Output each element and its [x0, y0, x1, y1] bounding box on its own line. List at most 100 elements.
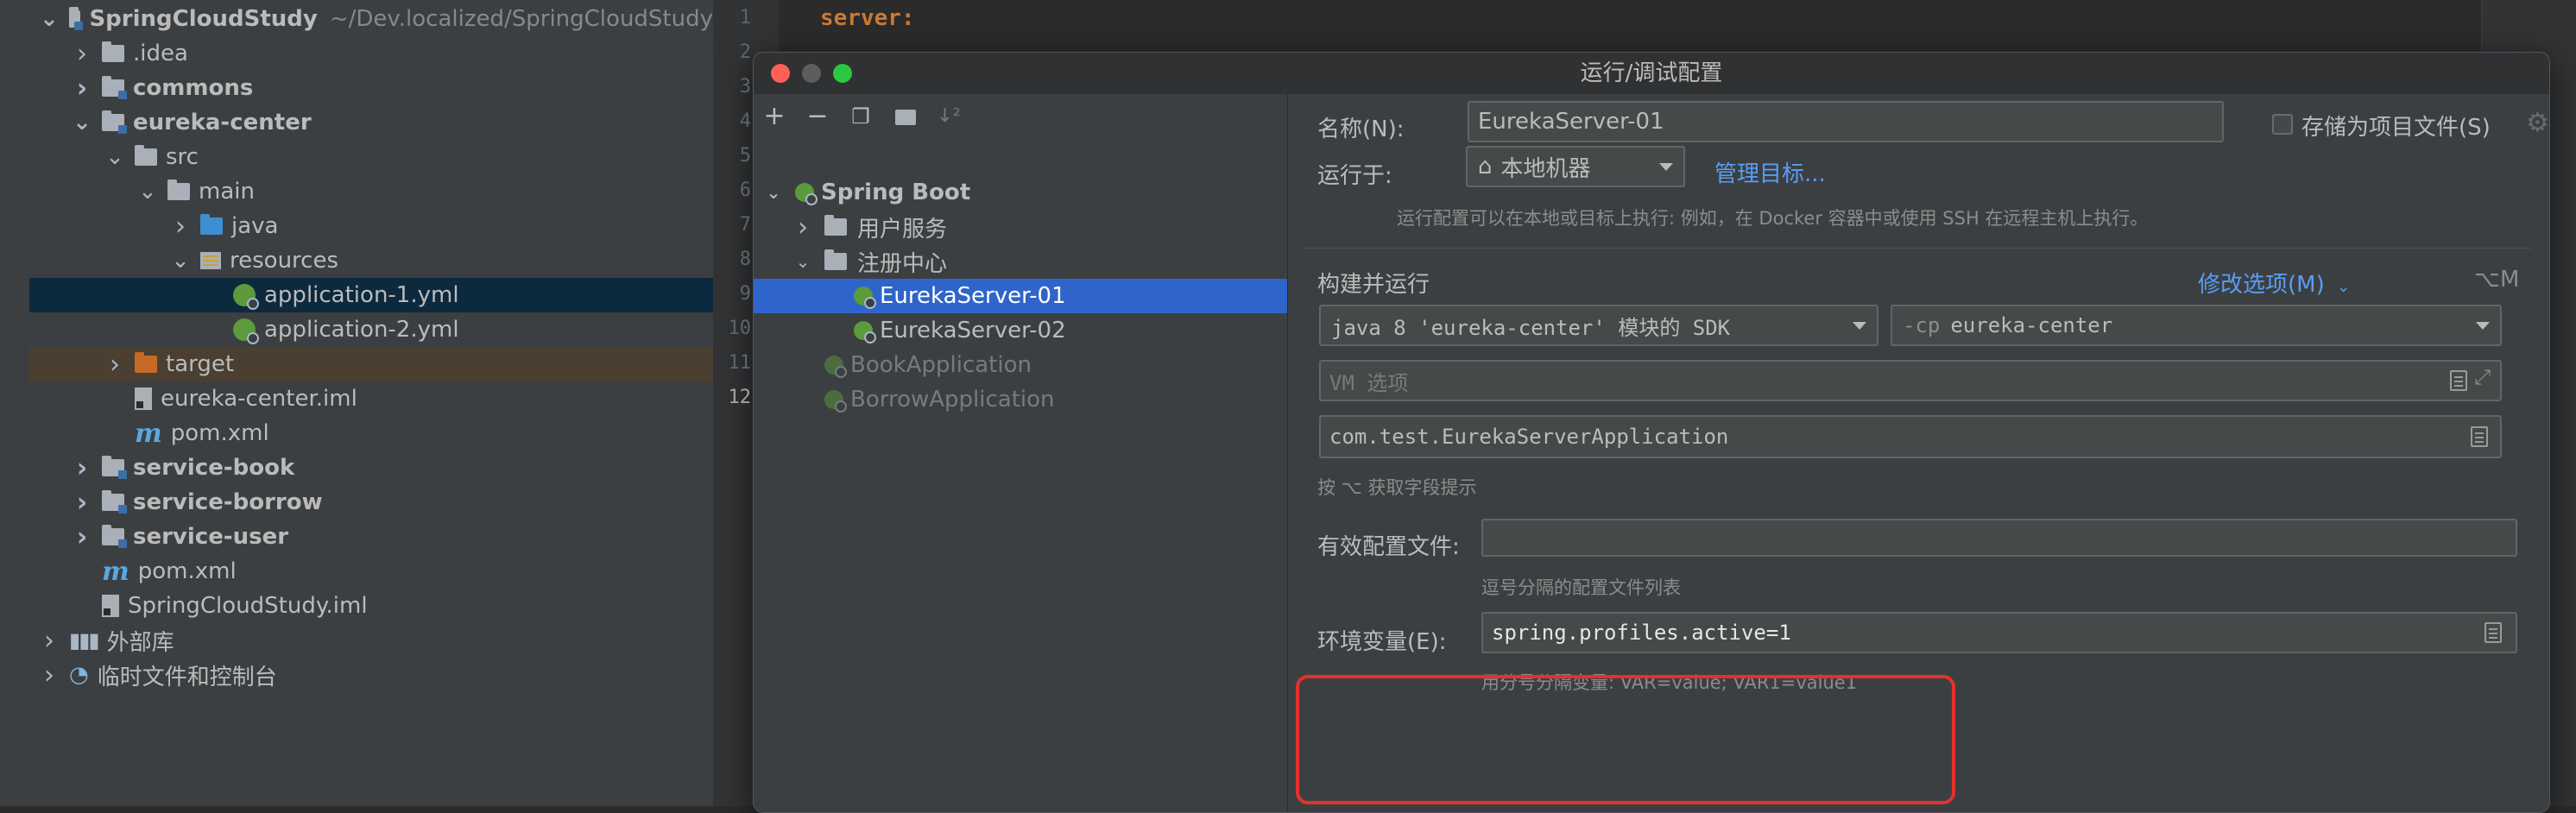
tree-item[interactable]: › java	[29, 209, 713, 243]
tree-item[interactable]: m pom.xml	[29, 554, 713, 589]
tree-item-label: pom.xml	[137, 558, 237, 584]
sort-icon[interactable]: ↓²	[935, 103, 963, 130]
gear-icon[interactable]: ⚙	[2526, 108, 2549, 138]
copy-icon[interactable]: ❐	[847, 103, 874, 130]
code-line-1[interactable]: server:	[820, 5, 915, 31]
tree-item[interactable]: › commons	[29, 71, 713, 105]
spring-boot-icon	[795, 183, 818, 205]
manage-targets-link[interactable]: 管理目标...	[1714, 156, 1826, 188]
line-number: 3	[739, 76, 751, 98]
chevron-right-icon[interactable]: ›	[73, 39, 92, 69]
run-on-hint: 运行配置可以在本地或目标上执行: 例如，在 Docker 容器中或使用 SSH …	[1397, 208, 2149, 229]
config-list-pane: + − ❐ ↓² ⌄ Spring Boot › 用户服务 ⌄ 注册中心 EurekaSer…	[754, 94, 1288, 812]
maven-icon: m	[135, 418, 162, 449]
active-profiles-input[interactable]	[1481, 519, 2517, 557]
sdk-select[interactable]: java 8 'eureka-center' 模块的 SDK	[1319, 305, 1878, 346]
tree-item[interactable]: › service-user	[29, 520, 713, 554]
vm-options-input[interactable]: VM 选项	[1319, 360, 2502, 401]
chevron-down-icon[interactable]: ⌄	[793, 251, 812, 272]
chevron-down-icon[interactable]: ⌄	[138, 179, 157, 205]
run-on-label: 运行于:	[1317, 163, 1392, 189]
tree-item-label: 临时文件和控制台	[97, 664, 277, 690]
tree-item[interactable]: › .idea	[29, 36, 713, 71]
chevron-down-icon[interactable]: ⌄	[73, 110, 92, 136]
chevron-right-icon[interactable]: ›	[73, 453, 92, 483]
chevron-right-icon[interactable]: ›	[171, 211, 190, 242]
modify-options-label: 修改选项(M)	[2198, 272, 2325, 298]
chevron-right-icon[interactable]: ›	[40, 660, 59, 690]
iml-file-icon	[102, 595, 119, 617]
tree-item[interactable]: › ◔ 临时文件和控制台	[29, 658, 713, 692]
run-on-select[interactable]: ⌂ 本地机器	[1466, 146, 1685, 187]
config-tree-item[interactable]: BookApplication	[754, 348, 1287, 382]
modify-options-link[interactable]: 修改选项(M) ⌄	[2198, 267, 2350, 299]
store-as-project-file-label[interactable]: 存储为项目文件(S)	[2301, 110, 2491, 142]
tree-item[interactable]: eureka-center.iml	[29, 381, 713, 416]
chevron-right-icon[interactable]: ›	[105, 350, 124, 380]
expand-text-icon[interactable]	[2471, 426, 2488, 447]
tree-item[interactable]: ⌄ src	[29, 140, 713, 174]
folder-icon	[135, 145, 157, 166]
chevron-right-icon[interactable]: ›	[73, 522, 92, 552]
tree-item[interactable]: m pom.xml	[29, 416, 713, 451]
tree-item[interactable]: ⌄ SpringCloudStudy ~/Dev.localized/SpringC…	[29, 2, 713, 36]
chevron-right-icon[interactable]: ›	[793, 212, 812, 243]
tree-item[interactable]: SpringCloudStudy.iml	[29, 589, 713, 623]
chevron-right-icon[interactable]: ›	[40, 626, 59, 656]
add-icon[interactable]: +	[761, 103, 788, 130]
chevron-down-icon	[1659, 163, 1673, 171]
tree-item[interactable]: › service-borrow	[29, 485, 713, 520]
config-tree-item-label: 注册中心	[857, 250, 948, 277]
env-vars-input[interactable]: spring.profiles.active=1	[1481, 612, 2517, 653]
config-tree-item[interactable]: › 用户服务	[754, 210, 1287, 244]
chevron-right-icon[interactable]: ›	[73, 73, 92, 104]
tree-item-label: service-borrow	[133, 489, 323, 515]
edit-env-vars-icon[interactable]	[2484, 622, 2502, 643]
fullscreen-icon[interactable]: ⤢	[2474, 365, 2491, 389]
chevron-right-icon[interactable]: ›	[73, 488, 92, 518]
folder-icon	[824, 215, 847, 236]
chevron-down-icon[interactable]: ⌄	[171, 248, 190, 274]
expand-text-icon[interactable]	[2450, 370, 2467, 391]
tool-window-strip	[0, 0, 30, 806]
config-toolbar: + − ❐ ↓²	[754, 94, 1287, 139]
tree-item-label: SpringCloudStudy.iml	[128, 593, 368, 619]
main-class-input[interactable]: com.test.EurekaServerApplication	[1319, 415, 2502, 458]
config-tree-item[interactable]: EurekaServer-02	[754, 313, 1287, 348]
chevron-down-icon[interactable]: ⌄	[40, 6, 59, 32]
tree-item[interactable]: › target	[29, 347, 713, 381]
highlight-box	[1296, 675, 1955, 804]
classpath-select[interactable]: -cp eureka-center	[1891, 305, 2502, 346]
line-number: 6	[739, 180, 751, 201]
folder-add-icon[interactable]	[892, 103, 919, 130]
tree-item[interactable]: ⌄ eureka-center	[29, 105, 713, 140]
chevron-down-icon	[2476, 322, 2490, 330]
chevron-down-icon[interactable]: ⌄	[105, 144, 124, 170]
tree-item[interactable]: application-1.yml	[29, 278, 713, 312]
tree-item[interactable]: ⌄ main	[29, 174, 713, 209]
remove-icon[interactable]: −	[804, 103, 831, 130]
folder-icon	[102, 41, 124, 62]
tree-item[interactable]: › ▮▮▮ 外部库	[29, 623, 713, 658]
tree-item[interactable]: application-2.yml	[29, 312, 713, 347]
tree-item-label: target	[166, 351, 235, 377]
store-as-project-file-checkbox[interactable]	[2272, 114, 2293, 135]
source-folder-icon	[200, 214, 223, 235]
config-tree-item[interactable]: ⌄ Spring Boot	[754, 175, 1287, 210]
tree-item[interactable]: ⌄ resources	[29, 243, 713, 278]
config-tree-item[interactable]: EurekaServer-01	[754, 279, 1287, 313]
chevron-down-icon[interactable]: ⌄	[764, 182, 783, 203]
name-input[interactable]: EurekaServer-01	[1468, 101, 2224, 142]
line-number: 1	[739, 7, 751, 28]
home-icon: ⌂	[1478, 154, 1493, 180]
config-tree-item[interactable]: ⌄ 注册中心	[754, 244, 1287, 279]
config-tree-item[interactable]: BorrowApplication	[754, 382, 1287, 417]
line-number: 10	[728, 318, 752, 339]
modify-options-shortcut: ⌥M	[2474, 267, 2520, 293]
tree-item-label: .idea	[133, 41, 188, 66]
tree-item[interactable]: › service-book	[29, 451, 713, 485]
